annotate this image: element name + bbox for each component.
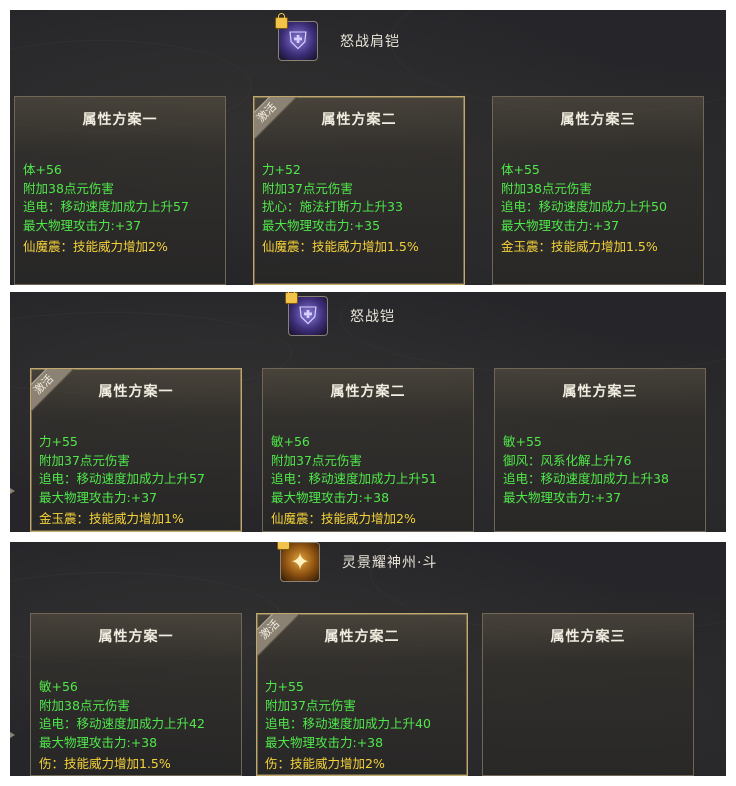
stat-line: 追电：移动速度加成力上升57: [39, 471, 205, 486]
stat-line: 力+55: [265, 679, 304, 694]
plan-card-1[interactable]: 属性方案一 体+56 附加38点元伤害 追电：移动速度加成力上升57 最大物理攻…: [14, 96, 226, 285]
item-name: 怒战铠: [350, 309, 395, 325]
plan-card-3[interactable]: 属性方案三 体+55 附加38点元伤害 追电：移动速度加成力上升50 最大物理攻…: [492, 96, 704, 285]
stat-line: 最大物理攻击力:+38: [265, 734, 384, 750]
plan-title: 属性方案三: [562, 384, 638, 400]
plan-stats: 敏+56 附加37点元伤害 追电：移动速度加成力上升51 最大物理攻击力:+38…: [271, 433, 469, 529]
plan-stats: 体+55 附加38点元伤害 追电：移动速度加成力上升50 最大物理攻击力:+37…: [501, 161, 699, 257]
stat-line: 最大物理攻击力:+38: [271, 489, 390, 505]
scroll-arrow-icon: [10, 732, 15, 738]
plan-card-1[interactable]: 属性方案一 敏+56 附加38点元伤害 追电：移动速度加成力上升42 最大物理攻…: [30, 613, 242, 776]
plan-title: 属性方案一: [98, 629, 174, 645]
scroll-arrow-icon: [10, 488, 15, 494]
plan-card-1[interactable]: 激活 属性方案一 力+55 附加37点元伤害 追电：移动速度加成力上升57 最大…: [30, 368, 242, 532]
stat-line: 最大物理攻击力:+35: [262, 217, 381, 233]
plan-card-2[interactable]: 激活 属性方案二 力+55 附加37点元伤害 追电：移动速度加成力上升40 最大…: [256, 613, 468, 776]
plan-card-2[interactable]: 激活 属性方案二 力+52 附加37点元伤害 扰心：施法打断力上升33 最大物理…: [253, 96, 465, 285]
lock-icon: [277, 542, 290, 550]
stat-line: 追电：移动速度加成力上升50: [501, 199, 667, 214]
stat-line: 追电：移动速度加成力上升42: [39, 716, 205, 731]
skill-line: 金玉震：技能威力增加1.5%: [501, 239, 658, 254]
plan-stats: 敏+55 御风：风系化解上升76 追电：移动速度加成力上升38 最大物理攻击力:…: [503, 433, 701, 507]
item-name: 怒战肩铠: [340, 34, 400, 50]
stat-line: 力+55: [39, 434, 78, 449]
skill-line: 金玉震：技能威力增加1%: [39, 511, 184, 526]
stat-line: 最大物理攻击力:+37: [501, 217, 620, 233]
stat-line: 附加37点元伤害: [262, 180, 353, 196]
stat-line: 扰心：施法打断力上升33: [262, 199, 403, 214]
equipment-panel-bracer: ✦ 灵景耀神州·斗 属性方案一 敏+56 附加38点元伤害 追电：移动速度加成力…: [10, 542, 726, 776]
stat-line: 追电：移动速度加成力上升40: [265, 716, 431, 731]
skill-line: 仙魔震：技能威力增加2%: [23, 239, 168, 254]
stat-line: 最大物理攻击力:+37: [503, 489, 622, 505]
plan-stats: 力+55 附加37点元伤害 追电：移动速度加成力上升40 最大物理攻击力:+38…: [265, 678, 463, 774]
lock-icon: [275, 13, 288, 29]
plan-title: 属性方案二: [321, 112, 397, 128]
chest-armor-icon[interactable]: ⛨: [285, 292, 328, 336]
item-header: ⛨ 怒战肩铠: [275, 13, 400, 61]
stat-line: 追电：移动速度加成力上升51: [271, 471, 437, 486]
skill-line: 伤：技能威力增加2%: [265, 756, 385, 771]
stat-line: 敏+56: [39, 679, 78, 694]
stat-line: 追电：移动速度加成力上升57: [23, 199, 189, 214]
stat-line: 附加38点元伤害: [39, 697, 130, 713]
plan-title: 属性方案一: [98, 384, 174, 400]
plan-title: 属性方案二: [324, 629, 400, 645]
stat-line: 最大物理攻击力:+37: [39, 489, 158, 505]
bracer-icon[interactable]: ✦: [277, 542, 320, 582]
skill-line: 仙魔震：技能威力增加1.5%: [262, 239, 419, 254]
lock-icon: [285, 292, 298, 304]
plan-title: 属性方案二: [330, 384, 406, 400]
plan-stats: 力+52 附加37点元伤害 扰心：施法打断力上升33 最大物理攻击力:+35 仙…: [262, 161, 460, 257]
plan-title: 属性方案三: [560, 112, 636, 128]
armor-glyph: ⛨: [289, 27, 307, 55]
plan-stats: 敏+56 附加38点元伤害 追电：移动速度加成力上升42 最大物理攻击力:+38…: [39, 678, 237, 774]
shoulder-armor-icon[interactable]: ⛨: [275, 13, 318, 61]
plan-title: 属性方案一: [82, 112, 158, 128]
plan-stats: 体+56 附加38点元伤害 追电：移动速度加成力上升57 最大物理攻击力:+37…: [23, 161, 221, 257]
equipment-panel-shoulder: ⛨ 怒战肩铠 属性方案一 体+56 附加38点元伤害 追电：移动速度加成力上升5…: [10, 10, 726, 285]
stat-line: 附加37点元伤害: [265, 697, 356, 713]
item-header: ✦ 灵景耀神州·斗: [277, 542, 438, 582]
stat-line: 追电：移动速度加成力上升38: [503, 471, 669, 486]
stat-line: 最大物理攻击力:+38: [39, 734, 158, 750]
plan-title: 属性方案三: [550, 629, 626, 645]
plan-card-2[interactable]: 属性方案二 敏+56 附加37点元伤害 追电：移动速度加成力上升51 最大物理攻…: [262, 368, 474, 532]
stat-line: 力+52: [262, 162, 301, 177]
stat-line: 敏+55: [503, 434, 542, 449]
stat-line: 敏+56: [271, 434, 310, 449]
skill-line: 仙魔震：技能威力增加2%: [271, 511, 416, 526]
stat-line: 体+55: [501, 162, 540, 177]
stat-line: 体+56: [23, 162, 62, 177]
stat-line: 附加37点元伤害: [271, 452, 362, 468]
item-header: ⛨ 怒战铠: [285, 292, 395, 336]
plan-stats: 力+55 附加37点元伤害 追电：移动速度加成力上升57 最大物理攻击力:+37…: [39, 433, 237, 529]
plan-card-3[interactable]: 属性方案三: [482, 613, 694, 776]
stat-line: 附加38点元伤害: [501, 180, 592, 196]
stat-line: 附加37点元伤害: [39, 452, 130, 468]
plan-card-3[interactable]: 属性方案三 敏+55 御风：风系化解上升76 追电：移动速度加成力上升38 最大…: [494, 368, 706, 532]
stat-line: 最大物理攻击力:+37: [23, 217, 142, 233]
equipment-panel-chest: ⛨ 怒战铠 激活 属性方案一 力+55 附加37点元伤害 追电：移动速度加成力上…: [10, 292, 726, 532]
stat-line: 御风：风系化解上升76: [503, 452, 632, 468]
bracer-glyph: ✦: [289, 548, 311, 576]
stat-line: 附加38点元伤害: [23, 180, 114, 196]
skill-line: 伤：技能威力增加1.5%: [39, 756, 171, 771]
armor-glyph: ⛨: [299, 302, 317, 330]
item-name: 灵景耀神州·斗: [342, 555, 438, 571]
